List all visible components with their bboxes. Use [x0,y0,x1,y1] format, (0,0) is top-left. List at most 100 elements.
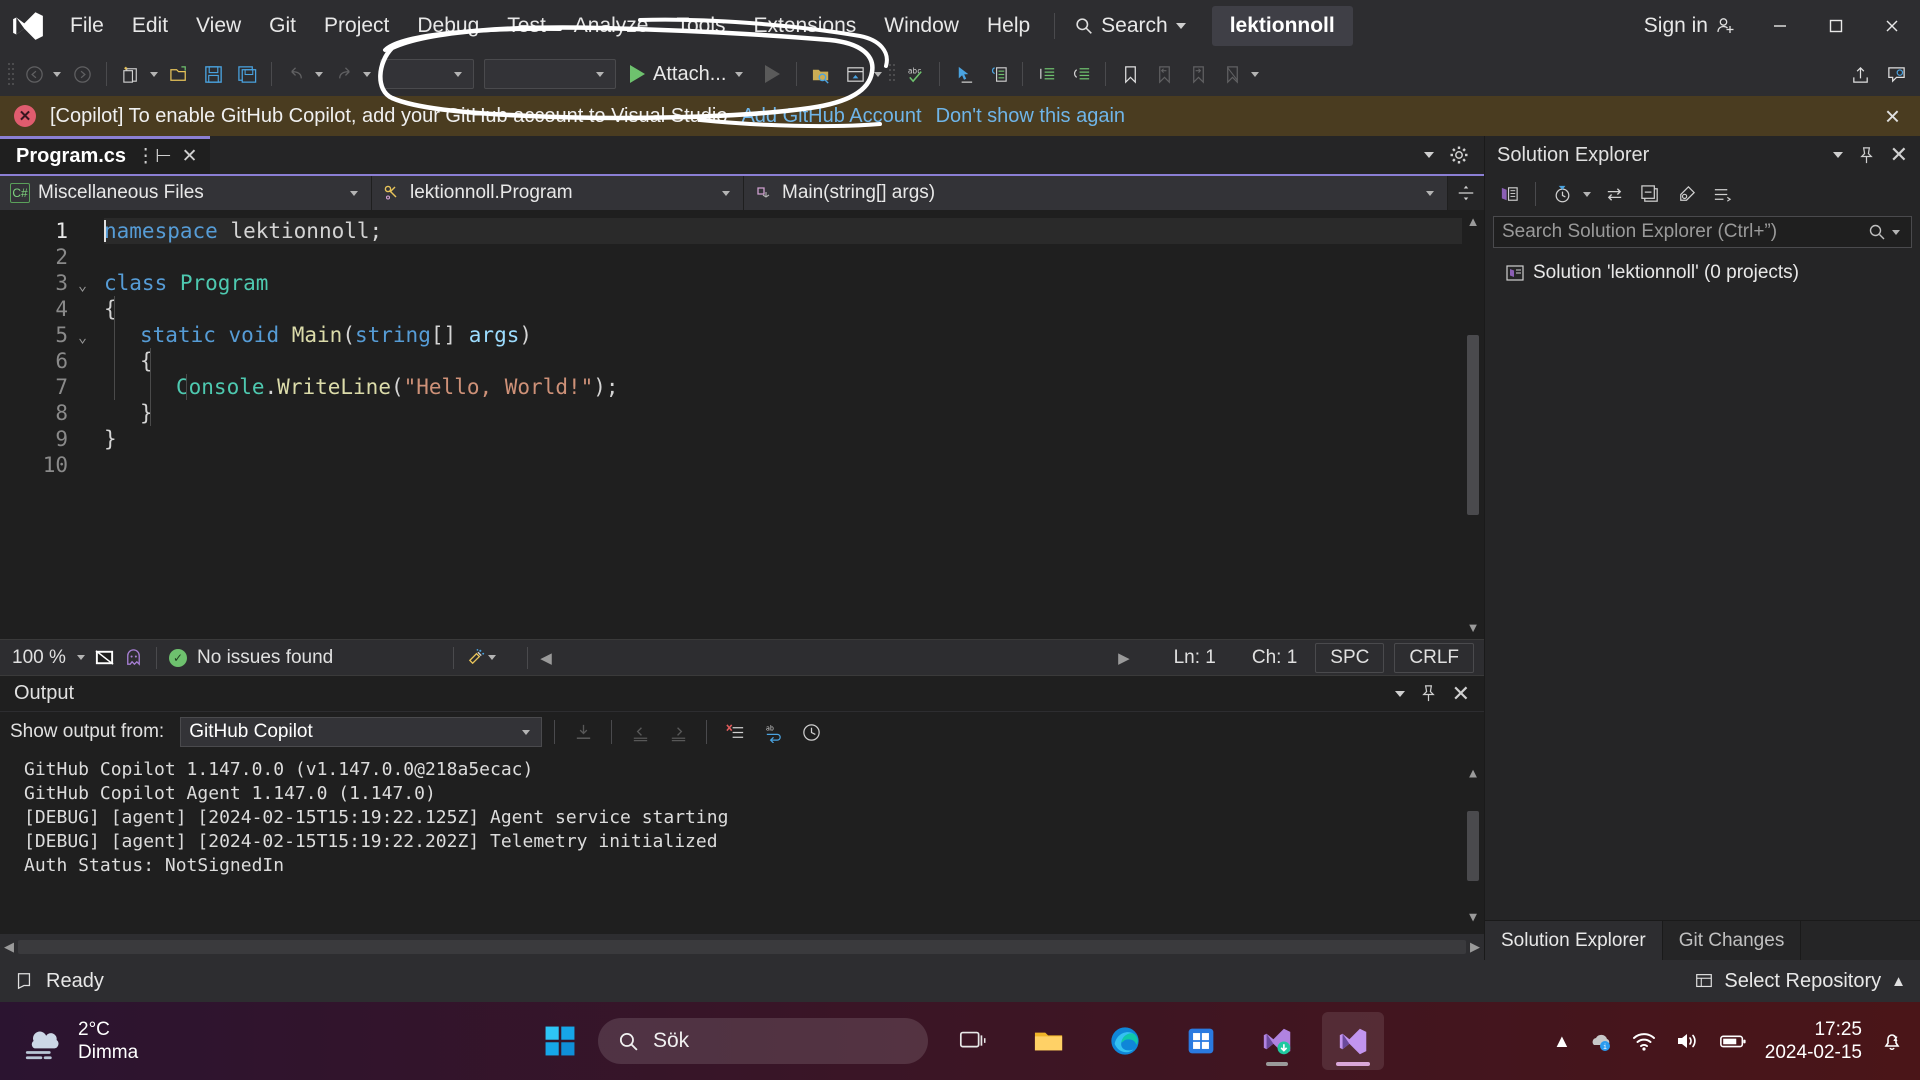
toolbar-grip-2[interactable] [887,61,897,87]
tab-program-cs[interactable]: Program.cs ⋮⊢ ✕ [0,136,210,174]
menu-project[interactable]: Project [310,0,403,52]
new-project-button[interactable] [115,58,147,90]
file-explorer-button[interactable] [1018,1012,1080,1070]
window-dropdown-icon[interactable] [874,71,883,77]
redo-button[interactable] [328,58,360,90]
redo-dropdown-icon[interactable] [363,71,371,77]
zoom-level-dropdown[interactable]: 100 % [0,647,94,669]
weather-widget[interactable]: 2°C Dimma [0,1018,138,1064]
solution-explorer-toggle-button[interactable] [839,58,871,90]
volume-icon[interactable] [1675,1030,1701,1052]
scroll-down-icon[interactable]: ▼ [1467,620,1480,635]
wifi-icon[interactable] [1631,1030,1657,1052]
output-console[interactable]: GitHub Copilot 1.147.0.0 (v1.147.0.0@218… [0,752,1484,934]
start-button[interactable] [536,1017,584,1065]
clear-output-button[interactable] [719,716,751,748]
menu-analyze[interactable]: Analyze [560,0,663,52]
menu-git[interactable]: Git [255,0,310,52]
tab-list-chevron-icon[interactable] [1424,152,1434,158]
visual-studio-button[interactable] [1322,1012,1384,1070]
search-options-chevron-icon[interactable] [1892,229,1900,235]
scroll-thumb[interactable] [1467,334,1479,515]
open-file-button[interactable] [163,58,195,90]
maximize-button[interactable] [1808,0,1864,52]
toggle-bookmark-button[interactable] [1114,58,1146,90]
clear-bookmarks-button[interactable] [1216,58,1248,90]
output-scroll-thumb[interactable] [1467,811,1479,881]
spell-check-button[interactable]: abc [899,58,931,90]
battery-icon[interactable] [1719,1031,1747,1051]
notification-close-icon[interactable]: × [1879,103,1906,129]
indentation-indicator[interactable]: SPC [1315,642,1385,673]
show-all-files-button[interactable] [1706,178,1738,210]
taskbar-clock[interactable]: 17:25 2024-02-15 [1765,1018,1862,1064]
ghost-icon[interactable] [123,647,144,668]
previous-bookmark-button[interactable] [1148,58,1180,90]
filter-dropdown-icon[interactable] [1583,191,1591,197]
select-tool-button[interactable] [948,58,980,90]
decrease-indent-button[interactable] [1065,58,1097,90]
show-hidden-icons-chevron[interactable]: ▲ [1553,1031,1571,1052]
attach-button[interactable]: Attach... [622,58,754,90]
code-text[interactable]: namespace lektionnoll; class Program{sta… [104,218,1462,639]
menu-view[interactable]: View [182,0,255,52]
navigate-forward-button[interactable] [66,58,98,90]
menu-file[interactable]: File [56,0,118,52]
output-history-button[interactable] [795,716,827,748]
type-dropdown[interactable]: lektionnoll.Program [372,176,744,210]
onedrive-icon[interactable]: i [1589,1029,1613,1053]
pin-icon[interactable]: ⋮⊢ [136,145,172,168]
editor-vertical-scrollbar[interactable]: ▲ ▼ [1462,210,1484,639]
project-badge[interactable]: lektionnoll [1211,6,1353,46]
output-scroll-right-icon[interactable]: ▶ [1470,939,1480,955]
solution-search-input[interactable]: Search Solution Explorer (Ctrl+”) [1493,216,1912,248]
share-button[interactable] [1844,58,1876,90]
collapse-all-button[interactable] [1634,178,1666,210]
project-dropdown[interactable]: C# Miscellaneous Files [0,176,372,210]
pin-icon[interactable] [1857,146,1876,165]
start-without-debugging-button[interactable] [756,58,788,90]
menu-window[interactable]: Window [870,0,973,52]
undo-dropdown-icon[interactable] [315,71,323,77]
tab-git-changes[interactable]: Git Changes [1662,921,1802,960]
chevron-up-icon[interactable]: ▲ [1891,973,1906,990]
bookmark-overflow-icon[interactable] [1251,71,1260,77]
code-cleanup-icon[interactable] [466,647,487,668]
platform-dropdown[interactable] [484,59,616,89]
toggle-word-wrap-button[interactable]: ab [757,716,789,748]
cleanup-dropdown-icon[interactable] [488,655,497,660]
menu-edit[interactable]: Edit [118,0,182,52]
output-horizontal-scrollbar[interactable]: ◀ ▶ [0,934,1484,960]
search-icon[interactable] [1868,223,1886,241]
solution-view-button[interactable] [1493,178,1525,210]
add-github-account-link[interactable]: Add GitHub Account [741,105,921,128]
previous-message-button[interactable] [624,716,656,748]
fold-margin[interactable]: ⌄ ⌄ [78,218,104,639]
solution-root-node[interactable]: Solution 'lektionnoll' (0 projects) [1485,258,1920,288]
fold-toggle-icon[interactable]: ⌄ [78,324,104,350]
sign-in-button[interactable]: Sign in [1628,0,1752,52]
select-repository-label[interactable]: Select Repository [1724,970,1881,993]
scroll-up-icon[interactable]: ▲ [1467,214,1480,229]
dont-show-again-link[interactable]: Don't show this again [936,105,1125,128]
menu-help[interactable]: Help [973,0,1044,52]
visual-studio-installer-button[interactable] [1246,1012,1308,1070]
new-project-dropdown-icon[interactable] [150,71,158,77]
output-scroll-up-icon[interactable]: ▲ [1469,762,1477,786]
pin-icon[interactable] [1419,684,1438,703]
next-bookmark-button[interactable] [1182,58,1214,90]
output-source-dropdown[interactable]: GitHub Copilot [180,717,543,747]
menu-test[interactable]: Test [493,0,560,52]
sync-views-button[interactable] [1598,178,1630,210]
notifications-dnd-icon[interactable]: z [1880,1029,1904,1053]
chevron-down-icon[interactable] [1832,152,1843,158]
minimize-button[interactable] [1752,0,1808,52]
scroll-right-icon[interactable]: ▶ [1118,649,1130,667]
member-dropdown[interactable]: Main(string[] args) [744,176,1448,210]
taskbar-search-box[interactable]: Sök [598,1018,928,1064]
output-vertical-scrollbar[interactable]: ▲ ▼ [1462,758,1484,934]
fold-toggle-icon[interactable]: ⌄ [78,272,104,298]
output-scroll-down-icon[interactable]: ▼ [1469,906,1477,930]
increase-indent-button[interactable] [1031,58,1063,90]
gear-icon[interactable] [1448,144,1470,166]
